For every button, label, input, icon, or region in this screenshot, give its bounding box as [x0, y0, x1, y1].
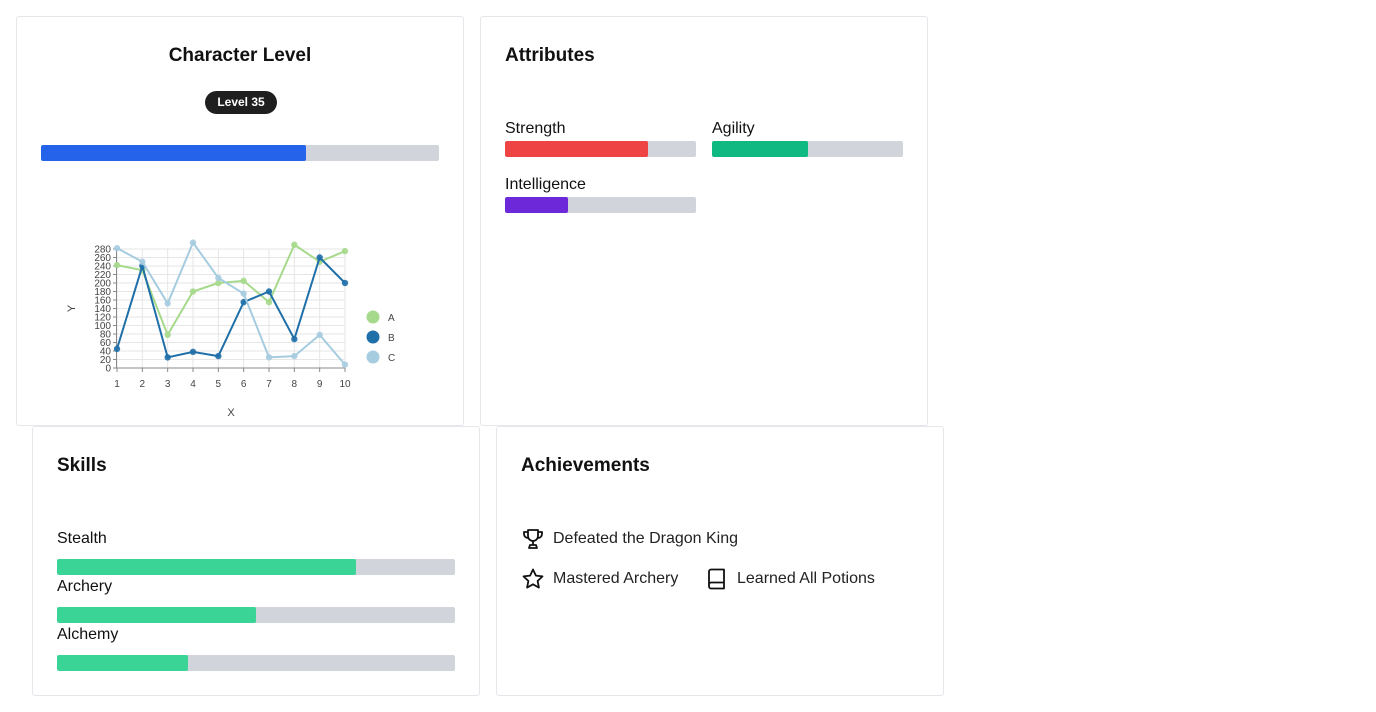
chart-x-axis-label: X	[227, 407, 235, 419]
achievement-label: Defeated the Dragon King	[553, 530, 739, 547]
chart-point-c	[265, 354, 273, 361]
chart-point-c	[316, 331, 323, 339]
skills-card: Skills Stealth Archery Alchemy	[32, 426, 480, 696]
chart-point-b	[316, 254, 323, 261]
skill-label-alchemy: Alchemy	[57, 626, 119, 643]
chart-point-c	[341, 361, 349, 368]
chart-legend-swatch	[366, 350, 380, 364]
chart-point-a	[265, 298, 273, 306]
chart-point-a	[113, 261, 121, 269]
chart-y-tick-label: 280	[94, 245, 111, 256]
chart-point-c	[291, 352, 298, 360]
level-line-chart: 0204060801001201401601802002202402602801…	[66, 239, 395, 419]
star-icon	[522, 568, 544, 589]
skills-title: Skills	[57, 455, 107, 476]
chart-point-b	[341, 279, 349, 287]
chart-x-tick-label: 10	[339, 379, 351, 390]
chart-point-a	[189, 288, 197, 295]
chart-x-tick-label: 9	[317, 379, 323, 390]
character-level-title: Character Level	[168, 45, 312, 66]
attributes-title: Attributes	[505, 45, 595, 66]
attribute-bar-agility	[712, 141, 903, 157]
trophy-icon	[523, 529, 543, 549]
chart-legend-label: B	[388, 333, 395, 344]
chart-legend-label: A	[388, 313, 395, 324]
chart-point-b	[215, 352, 222, 360]
book-icon	[708, 568, 725, 590]
attribute-bar-intelligence	[505, 197, 696, 213]
chart-x-tick-label: 8	[292, 379, 298, 390]
chart-point-b	[265, 288, 273, 295]
skill-bar-stealth-fill	[57, 559, 356, 575]
chart-series-line-c	[116, 240, 346, 366]
chart-point-b	[113, 345, 121, 353]
level-progress-fill	[41, 145, 306, 161]
chart-x-tick-label: 4	[190, 379, 196, 390]
chart-legend-label: C	[388, 353, 395, 364]
skill-label-archery: Archery	[57, 578, 113, 595]
achievement-item: Mastered Archery	[521, 567, 678, 591]
achievement-label: Mastered Archery	[553, 570, 679, 587]
attribute-bar-intelligence-fill	[505, 197, 569, 213]
chart-point-c	[215, 274, 222, 282]
achievements-card: Achievements Defeated the Dragon King Ma…	[496, 426, 944, 696]
attributes-card: Attributes Strength Agility Intelligence	[480, 16, 928, 426]
skill-bar-alchemy	[57, 655, 455, 671]
chart-point-c	[139, 258, 146, 265]
chart-x-tick-label: 2	[140, 379, 146, 390]
achievement-label: Learned All Potions	[737, 570, 875, 587]
chart-point-a	[291, 241, 298, 248]
chart-x-tick-label: 3	[165, 379, 171, 390]
skill-bar-stealth	[57, 559, 455, 575]
chart-point-c	[240, 290, 247, 297]
chart-point-a	[164, 331, 171, 339]
skill-label-stealth: Stealth	[57, 530, 107, 547]
chart-point-c	[189, 239, 197, 246]
attribute-bar-strength-fill	[505, 141, 649, 157]
level-badge: Level 35	[205, 91, 277, 114]
character-level-card: Character Level Level 35 0 20 40 60 80 100 120…	[16, 16, 464, 426]
chart-series-line-a	[116, 243, 346, 338]
chart-legend-swatch	[366, 330, 380, 344]
chart-point-b	[291, 335, 298, 343]
attribute-label-intelligence: Intelligence	[505, 176, 586, 193]
chart-point-b	[189, 348, 197, 356]
chart-x-tick-label: 1	[114, 379, 120, 390]
chart-y-axis-label: Y	[66, 304, 78, 312]
attribute-bar-agility-fill	[712, 141, 808, 157]
attribute-label-agility: Agility	[712, 120, 755, 137]
chart-x-tick-label: 7	[266, 379, 272, 390]
chart-x-tick-label: 5	[216, 379, 222, 390]
achievement-item: Learned All Potions	[705, 567, 875, 591]
achievement-item: Defeated the Dragon King	[521, 527, 738, 551]
chart-point-c	[113, 244, 121, 252]
skill-bar-archery-fill	[57, 607, 256, 623]
level-progress-bar	[41, 145, 439, 161]
chart-legend-swatch	[366, 310, 380, 324]
skill-bar-archery	[57, 607, 455, 623]
chart-point-a	[341, 247, 349, 255]
chart-x-tick-label: 6	[241, 379, 247, 390]
skill-bar-alchemy-fill	[57, 655, 189, 671]
attribute-bar-strength	[505, 141, 696, 157]
chart-point-a	[240, 277, 247, 285]
attribute-label-strength: Strength	[505, 120, 566, 137]
chart-point-b	[164, 354, 171, 361]
achievements-title: Achievements	[521, 455, 650, 476]
chart-point-c	[164, 300, 171, 307]
